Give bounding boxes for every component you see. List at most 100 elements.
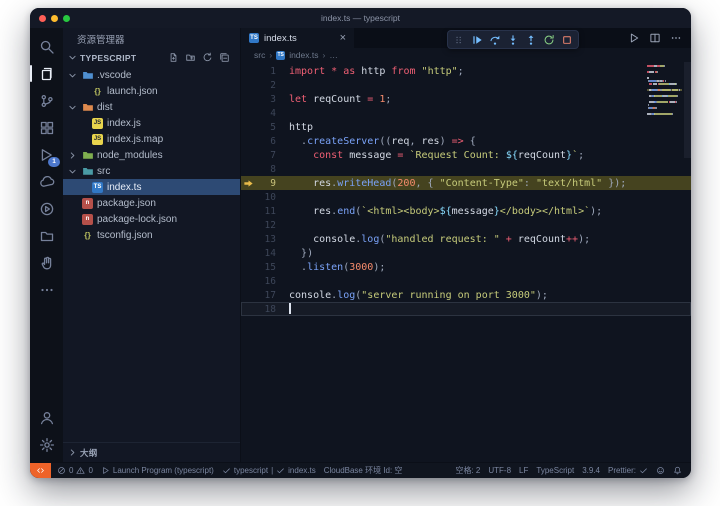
check-icon: [222, 466, 231, 475]
activity-item-explorer[interactable]: [30, 60, 63, 87]
code-text: let reqCount = 1;: [289, 93, 392, 105]
code-line[interactable]: 17 console.log("server running on port 30…: [241, 288, 691, 302]
split-editor-icon[interactable]: [649, 32, 661, 44]
code-line[interactable]: 18: [241, 302, 691, 316]
new-folder-icon[interactable]: [185, 52, 196, 63]
status-remote[interactable]: [30, 463, 51, 478]
tree-item--vscode[interactable]: .vscode: [63, 67, 240, 83]
code-line[interactable]: 7 const message = `Request Count: ${reqC…: [241, 148, 691, 162]
outline-section-header[interactable]: 大纲: [63, 442, 240, 462]
code-line[interactable]: 2: [241, 78, 691, 92]
status-lang-status[interactable]: typescript | index.ts: [218, 463, 320, 478]
tab-index-ts[interactable]: TS index.ts ×: [241, 28, 354, 48]
activity-item-search[interactable]: [30, 33, 63, 60]
code-text: res.writeHead(200, { "Content-Type": "te…: [313, 177, 627, 189]
ts-file-icon: TS: [276, 50, 286, 60]
npm-file-icon: n: [81, 197, 94, 209]
zoom-button[interactable]: [63, 14, 70, 22]
code-line[interactable]: 15 .listen(3000);: [241, 260, 691, 274]
code-line[interactable]: 8: [241, 162, 691, 176]
status-language[interactable]: TypeScript: [532, 463, 578, 478]
code-line[interactable]: 4: [241, 106, 691, 120]
tree-item-index-ts[interactable]: TS index.ts: [63, 179, 240, 195]
more-icon: [39, 282, 55, 298]
title-bar: index.ts — typescript: [30, 8, 691, 28]
tree-item-index-js[interactable]: JS index.js: [63, 115, 240, 131]
activity-item-account[interactable]: [30, 404, 63, 431]
code-line[interactable]: 16: [241, 274, 691, 288]
explorer-section-header[interactable]: TYPESCRIPT: [63, 49, 240, 66]
debug-step-into-icon[interactable]: [507, 34, 519, 46]
code-line[interactable]: 5 http: [241, 120, 691, 134]
code-line[interactable]: 13 console.log("handled request: " + req…: [241, 232, 691, 246]
tree-item-node-modules[interactable]: node_modules: [63, 147, 240, 163]
tree-item-src[interactable]: src: [63, 163, 240, 179]
chevron-down-icon: [67, 52, 78, 63]
code-text: .createServer((req, res) => {: [301, 135, 476, 147]
activity-item-settings[interactable]: [30, 431, 63, 458]
activity-item-workspace[interactable]: [30, 222, 63, 249]
close-button[interactable]: [39, 14, 46, 22]
gutter-glyph-margin: [241, 92, 256, 106]
code-line[interactable]: 10: [241, 190, 691, 204]
status-text: LF: [519, 466, 529, 475]
activity-item-test[interactable]: [30, 195, 63, 222]
tree-item-index-js-map[interactable]: JS index.js.map: [63, 131, 240, 147]
more-h-icon[interactable]: [670, 32, 682, 44]
new-file-icon[interactable]: [168, 52, 179, 63]
gutter-glyph-margin: [241, 232, 256, 246]
source-control-icon: [39, 93, 55, 109]
line-number: 5: [270, 121, 276, 133]
close-tab-button[interactable]: ×: [340, 32, 346, 44]
minimize-button[interactable]: [51, 14, 58, 22]
activity-item-cloudbase[interactable]: [30, 168, 63, 195]
status-problems[interactable]: 00: [53, 463, 97, 478]
breadcrumb-item[interactable]: …: [329, 50, 338, 60]
activity-item-hand[interactable]: [30, 249, 63, 276]
tree-item-label: index.ts: [107, 181, 142, 193]
code-line[interactable]: 1 import * as http from "http";: [241, 64, 691, 78]
code-line[interactable]: 3 let reqCount = 1;: [241, 92, 691, 106]
editor-scrollbar[interactable]: [684, 62, 691, 158]
debug-current-line-arrow-icon: [241, 176, 256, 190]
gutter-glyph-margin: [241, 134, 256, 148]
debug-step-over-icon[interactable]: [489, 34, 501, 46]
status-cloudbase-env[interactable]: CloudBase 环境 Id: 空: [320, 463, 407, 478]
refresh-icon[interactable]: [202, 52, 213, 63]
status-notifications[interactable]: [669, 463, 686, 478]
status-indentation[interactable]: 空格: 2: [451, 463, 484, 478]
tree-item-tsconfig-json[interactable]: {} tsconfig.json: [63, 227, 240, 243]
code-line[interactable]: 9 res.writeHead(200, { "Content-Type": "…: [241, 176, 691, 190]
status-eol[interactable]: LF: [515, 463, 532, 478]
collapse-all-icon[interactable]: [219, 52, 230, 63]
debug-continue-icon[interactable]: [471, 34, 483, 46]
status-ts-version[interactable]: 3.9.4: [578, 463, 604, 478]
tree-item-launch-json[interactable]: {} launch.json: [63, 83, 240, 99]
debug-step-out-icon[interactable]: [525, 34, 537, 46]
status-debug-launch[interactable]: Launch Program (typescript): [97, 463, 218, 478]
activity-item-run-debug[interactable]: 1: [30, 141, 63, 168]
code-line[interactable]: 11 res.end(`<html><body>${message}</body…: [241, 204, 691, 218]
debug-restart-icon[interactable]: [543, 34, 555, 46]
debug-stop-icon[interactable]: [561, 34, 573, 46]
status-feedback[interactable]: [652, 463, 669, 478]
code-line[interactable]: 6 .createServer((req, res) => {: [241, 134, 691, 148]
code-line[interactable]: 14 }): [241, 246, 691, 260]
breadcrumb-item[interactable]: index.ts: [289, 50, 318, 60]
breadcrumb-item[interactable]: src: [254, 50, 265, 60]
activity-item-source-control[interactable]: [30, 87, 63, 114]
activity-item-more[interactable]: [30, 276, 63, 303]
code-line[interactable]: 12: [241, 218, 691, 232]
folder-icon: [81, 101, 94, 113]
code-editor[interactable]: 1 import * as http from "http"; 2 3 let reqC…: [241, 62, 691, 462]
tree-item-dist[interactable]: dist: [63, 99, 240, 115]
activity-item-extensions[interactable]: [30, 114, 63, 141]
tree-item-package-json[interactable]: n package.json: [63, 195, 240, 211]
run-icon[interactable]: [628, 32, 640, 44]
line-number: 15: [264, 261, 276, 273]
status-encoding[interactable]: UTF-8: [484, 463, 515, 478]
tree-item-package-lock-json[interactable]: n package-lock.json: [63, 211, 240, 227]
status-prettier[interactable]: Prettier:: [604, 463, 652, 478]
code-text: http: [289, 121, 314, 133]
minimap[interactable]: [647, 65, 682, 119]
